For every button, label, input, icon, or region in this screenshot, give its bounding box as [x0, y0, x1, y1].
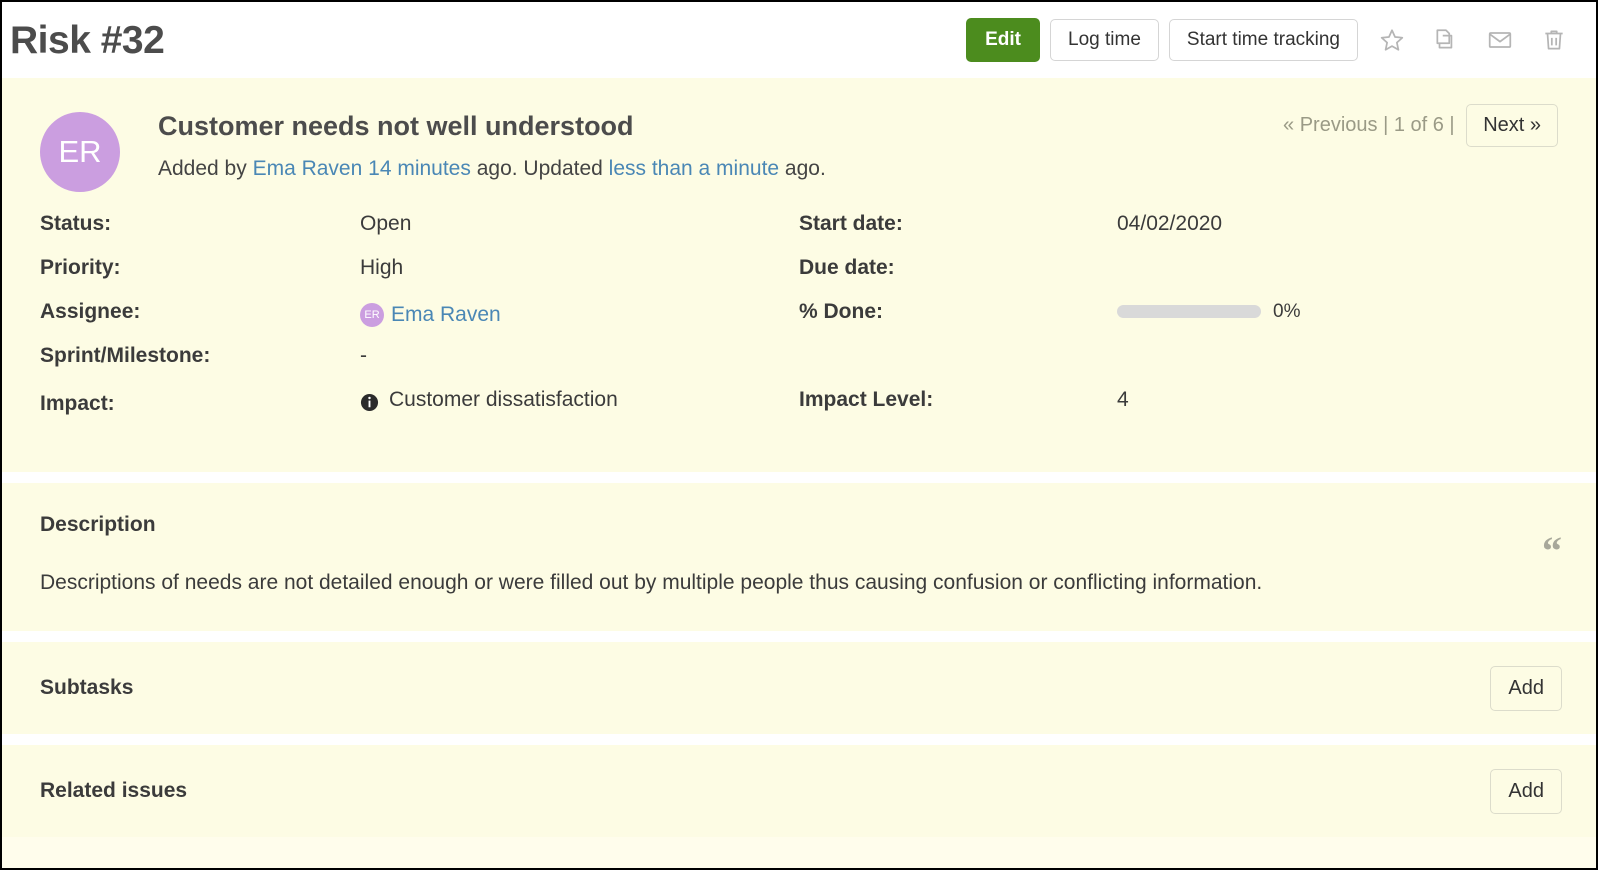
attribute-label: Priority: [40, 256, 121, 279]
progress-bar [1117, 305, 1261, 318]
pagination-separator-left: | [1377, 114, 1394, 136]
impact-text: Customer dissatisfaction [389, 388, 618, 411]
section-divider [2, 631, 1596, 643]
attribute-label: Assignee: [40, 300, 141, 323]
star-icon[interactable] [1372, 20, 1412, 60]
attribute-status: Status: Open [40, 212, 799, 256]
progress-label: 0% [1273, 300, 1301, 322]
quote-icon[interactable]: “ [1542, 531, 1562, 571]
add-related-issue-button[interactable]: Add [1490, 768, 1562, 814]
related-issues-title: Related issues [40, 779, 188, 803]
attribute-impact-level: Impact Level: 4 [799, 388, 1558, 432]
envelope-icon[interactable] [1480, 20, 1520, 60]
attributes-column-left: Status: Open Priority: High Assignee: ER… [40, 212, 799, 432]
attribute-label: Status: [40, 212, 112, 235]
assignee-link[interactable]: Ema Raven [391, 303, 501, 327]
attribute-impact: Impact: Customer dissatisfaction [40, 388, 799, 432]
previous-label: « Previous [1283, 114, 1378, 136]
attribute-label: Start date: [799, 212, 903, 235]
author-line-suffix: ago. [779, 157, 826, 181]
section-divider [2, 734, 1596, 746]
attribute-start-date: Start date: 04/02/2020 [799, 212, 1558, 256]
attribute-priority: Priority: High [40, 256, 799, 300]
attribute-value: High [360, 256, 404, 279]
attribute-spacer [799, 344, 1558, 388]
attribute-label: Sprint/Milestone: [40, 344, 211, 367]
attribute-due-date: Due date: [799, 256, 1558, 300]
next-button[interactable]: Next » [1466, 104, 1558, 147]
attribute-value: 4 [1117, 388, 1129, 411]
edit-button[interactable]: Edit [966, 18, 1041, 62]
subtasks-section: Subtasks Add [2, 642, 1596, 735]
page-header: Risk #32 Edit Log time Start time tracki… [2, 2, 1596, 78]
log-time-button[interactable]: Log time [1050, 19, 1159, 61]
start-time-tracking-button[interactable]: Start time tracking [1168, 19, 1358, 61]
attribute-assignee: Assignee: ER Ema Raven [40, 300, 799, 344]
pagination-separator-right: | [1443, 114, 1461, 136]
pagination: « Previous | 1 of 6 | Next » [1283, 104, 1558, 147]
issue-header: ER Customer needs not well understood Ad… [40, 78, 1558, 198]
issue-page: Risk #32 Edit Log time Start time tracki… [0, 0, 1598, 870]
description-section: Description “ Descriptions of needs are … [2, 483, 1596, 632]
description-title: Description [40, 513, 156, 536]
author-line-middle: ago. Updated [470, 157, 609, 181]
add-subtask-button[interactable]: Add [1490, 665, 1562, 711]
copy-icon[interactable] [1426, 20, 1466, 60]
attribute-label: Impact: [40, 391, 115, 415]
issue-details-section: ER Customer needs not well understood Ad… [2, 78, 1596, 472]
attribute-value: 04/02/2020 [1117, 212, 1223, 235]
section-divider [2, 472, 1596, 483]
created-ago-link[interactable]: 14 minutes [368, 157, 471, 180]
attributes-grid: Status: Open Priority: High Assignee: ER… [40, 198, 1558, 472]
attribute-sprint-milestone: Sprint/Milestone: - [40, 344, 799, 388]
author-link[interactable]: Ema Raven [253, 157, 363, 180]
attribute-value: ER Ema Raven [360, 303, 501, 327]
attributes-column-right: Start date: 04/02/2020 Due date: % Done:… [799, 212, 1558, 432]
attribute-value: 0% [1117, 301, 1300, 323]
issue-header-text: Customer needs not well understood Added… [158, 108, 826, 192]
page-title: Risk #32 [10, 18, 165, 62]
updated-ago-link[interactable]: less than a minute [609, 157, 779, 180]
pagination-position: 1 of 6 [1393, 114, 1444, 136]
trash-icon[interactable] [1534, 20, 1574, 60]
info-icon[interactable] [360, 393, 379, 412]
issue-subject: Customer needs not well understood [158, 111, 634, 141]
description-body: Descriptions of needs are not detailed e… [40, 571, 1263, 594]
subtasks-title: Subtasks [40, 676, 134, 700]
added-by-prefix: Added by [158, 157, 253, 181]
related-issues-section: Related issues Add [2, 745, 1596, 838]
assignee-avatar: ER [360, 303, 384, 327]
attribute-label: Impact Level: [799, 388, 934, 411]
attribute-value: Open [360, 212, 412, 235]
attribute-label: Due date: [799, 256, 895, 279]
attribute-percent-done: % Done: 0% [799, 300, 1558, 344]
header-actions: Edit Log time Start time tracking [966, 18, 1574, 62]
avatar: ER [40, 112, 120, 192]
attribute-value: - [360, 344, 367, 367]
issue-author-line: Added by Ema Raven 14 minutes ago. Updat… [158, 154, 826, 183]
attribute-label: % Done: [799, 300, 883, 323]
attribute-value: Customer dissatisfaction [360, 388, 618, 412]
